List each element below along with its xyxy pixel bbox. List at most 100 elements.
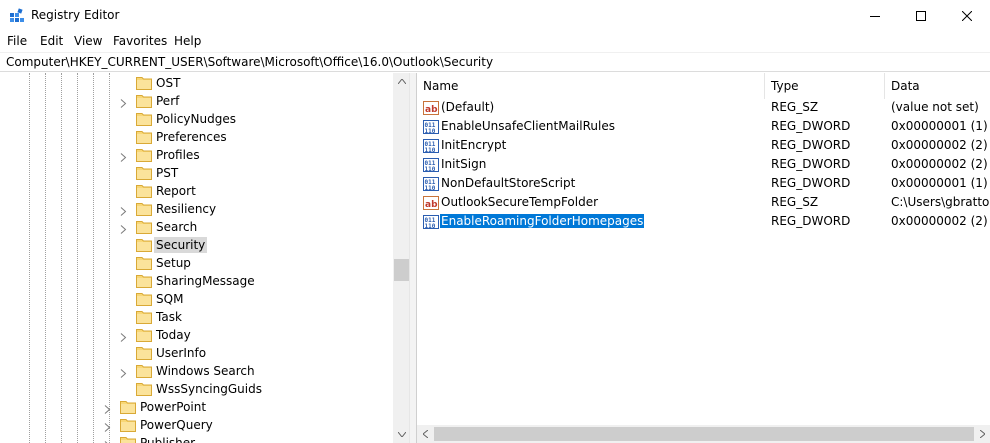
- value-row[interactable]: ab OutlookSecureTempFolder REG_SZ C:\Users\…: [417, 193, 990, 212]
- column-header-type[interactable]: Type: [765, 73, 885, 99]
- chevron-right-icon[interactable]: [120, 97, 127, 108]
- chevron-right-icon[interactable]: [104, 439, 111, 443]
- svg-text:110: 110: [425, 223, 436, 230]
- minimize-button[interactable]: [852, 0, 898, 31]
- tree-item-label: SharingMessage: [156, 274, 255, 288]
- folder-icon: [136, 220, 152, 234]
- tree-item[interactable]: PST: [0, 164, 390, 182]
- tree-item[interactable]: SQM: [0, 290, 390, 308]
- tree-item[interactable]: UserInfo: [0, 344, 390, 362]
- chevron-right-icon[interactable]: [120, 205, 127, 216]
- address-bar[interactable]: Computer\HKEY_CURRENT_USER\Software\Micr…: [0, 52, 990, 72]
- maximize-icon: [916, 10, 926, 21]
- tree-item[interactable]: SharingMessage: [0, 272, 390, 290]
- tree-item[interactable]: PowerPoint: [0, 398, 390, 416]
- folder-icon: [136, 184, 152, 198]
- folder-icon: [136, 364, 152, 378]
- value-type: REG_DWORD: [771, 138, 851, 152]
- chevron-right-icon[interactable]: [120, 151, 127, 162]
- scroll-down-button[interactable]: [393, 426, 409, 443]
- chevron-right-icon[interactable]: [120, 223, 127, 234]
- maximize-button[interactable]: [898, 0, 944, 31]
- registry-editor-icon: [10, 8, 24, 22]
- folder-icon: [136, 202, 152, 216]
- tree-item[interactable]: Security: [0, 236, 390, 254]
- tree-item[interactable]: Resiliency: [0, 200, 390, 218]
- tree-item-label: Preferences: [156, 130, 227, 144]
- tree-item-label: PST: [156, 166, 179, 180]
- tree-item[interactable]: PowerQuery: [0, 416, 390, 434]
- folder-icon: [136, 292, 152, 306]
- menu-favorites[interactable]: Favorites: [113, 34, 167, 48]
- tree-item-label: Report: [156, 184, 196, 198]
- chevron-right-icon[interactable]: [120, 331, 127, 342]
- value-name: InitSign: [441, 157, 487, 171]
- scroll-left-button[interactable]: [417, 425, 434, 442]
- tree-item[interactable]: OST: [0, 74, 390, 92]
- tree-item[interactable]: Report: [0, 182, 390, 200]
- binary-value-icon: 011 110: [423, 138, 439, 154]
- tree-item[interactable]: Today: [0, 326, 390, 344]
- value-data: C:\Users\gbratton.: [891, 195, 990, 209]
- tree-item-label: PolicyNudges: [156, 112, 236, 126]
- value-name: EnableUnsafeClientMailRules: [441, 119, 615, 133]
- scroll-right-button[interactable]: [974, 425, 990, 442]
- value-row[interactable]: 011 110 InitEncrypt REG_DWORD 0x00000002 (2): [417, 136, 990, 155]
- folder-icon: [136, 76, 152, 90]
- tree-scroll-thumb[interactable]: [394, 259, 409, 281]
- value-row[interactable]: 011 110 NonDefaultStoreScript REG_DWORD 0x00…: [417, 174, 990, 193]
- menu-file[interactable]: File: [7, 34, 27, 48]
- tree-item[interactable]: Windows Search: [0, 362, 390, 380]
- binary-value-icon: 011 110: [423, 119, 439, 135]
- tree-item[interactable]: Setup: [0, 254, 390, 272]
- value-row[interactable]: ab (Default) REG_SZ (value not set): [417, 98, 990, 117]
- tree-item[interactable]: Task: [0, 308, 390, 326]
- tree-item-label: UserInfo: [156, 346, 207, 360]
- value-data: 0x00000002 (2): [891, 138, 988, 152]
- tree-vertical-scrollbar[interactable]: [393, 73, 409, 443]
- value-row[interactable]: 011 110 InitSign REG_DWORD 0x00000002 (2): [417, 155, 990, 174]
- column-header-name[interactable]: Name: [417, 73, 765, 99]
- tree-item-label: SQM: [156, 292, 184, 306]
- key-tree-pane[interactable]: OST Perf PolicyNudges Preferences Profiles PS…: [0, 73, 410, 443]
- tree-item[interactable]: Profiles: [0, 146, 390, 164]
- chevron-right-icon[interactable]: [104, 421, 111, 432]
- tree-item-label: Today: [156, 328, 191, 342]
- binary-value-icon: 011 110: [423, 176, 439, 192]
- value-type: REG_SZ: [771, 100, 819, 114]
- tree-item[interactable]: Search: [0, 218, 390, 236]
- folder-icon: [136, 148, 152, 162]
- address-path[interactable]: Computer\HKEY_CURRENT_USER\Software\Micr…: [6, 55, 493, 69]
- folder-icon: [136, 328, 152, 342]
- value-data: (value not set): [891, 100, 979, 114]
- folder-icon: [136, 256, 152, 270]
- string-value-icon: ab: [423, 195, 439, 211]
- value-row[interactable]: 011 110 EnableRoamingFolderHomepages REG_DW…: [417, 212, 990, 231]
- list-scroll-thumb[interactable]: [434, 427, 974, 441]
- value-row[interactable]: 011 110 EnableUnsafeClientMailRules REG_DWO…: [417, 117, 990, 136]
- column-header-data[interactable]: Data: [885, 73, 990, 99]
- close-button[interactable]: [944, 0, 990, 31]
- chevron-right-icon[interactable]: [120, 367, 127, 378]
- svg-text:110: 110: [425, 147, 436, 154]
- folder-icon: [120, 436, 136, 443]
- values-list-pane[interactable]: Name Type Data ab (Default) REG_SZ (value n…: [416, 73, 990, 443]
- menu-view[interactable]: View: [74, 34, 102, 48]
- title-bar: Registry Editor: [0, 0, 990, 31]
- menu-bar: File Edit View Favorites Help: [0, 31, 990, 51]
- value-type: REG_DWORD: [771, 176, 851, 190]
- value-name: InitEncrypt: [441, 138, 507, 152]
- value-data: 0x00000001 (1): [891, 176, 988, 190]
- tree-item[interactable]: Preferences: [0, 128, 390, 146]
- folder-icon: [136, 166, 152, 180]
- binary-value-icon: 011 110: [423, 157, 439, 173]
- chevron-right-icon[interactable]: [104, 403, 111, 414]
- tree-item[interactable]: WssSyncingGuids: [0, 380, 390, 398]
- menu-edit[interactable]: Edit: [40, 34, 63, 48]
- tree-item[interactable]: Perf: [0, 92, 390, 110]
- tree-item[interactable]: PolicyNudges: [0, 110, 390, 128]
- menu-help[interactable]: Help: [174, 34, 201, 48]
- tree-item[interactable]: Publisher: [0, 434, 390, 443]
- list-horizontal-scrollbar[interactable]: [417, 425, 990, 443]
- scroll-up-button[interactable]: [393, 73, 409, 90]
